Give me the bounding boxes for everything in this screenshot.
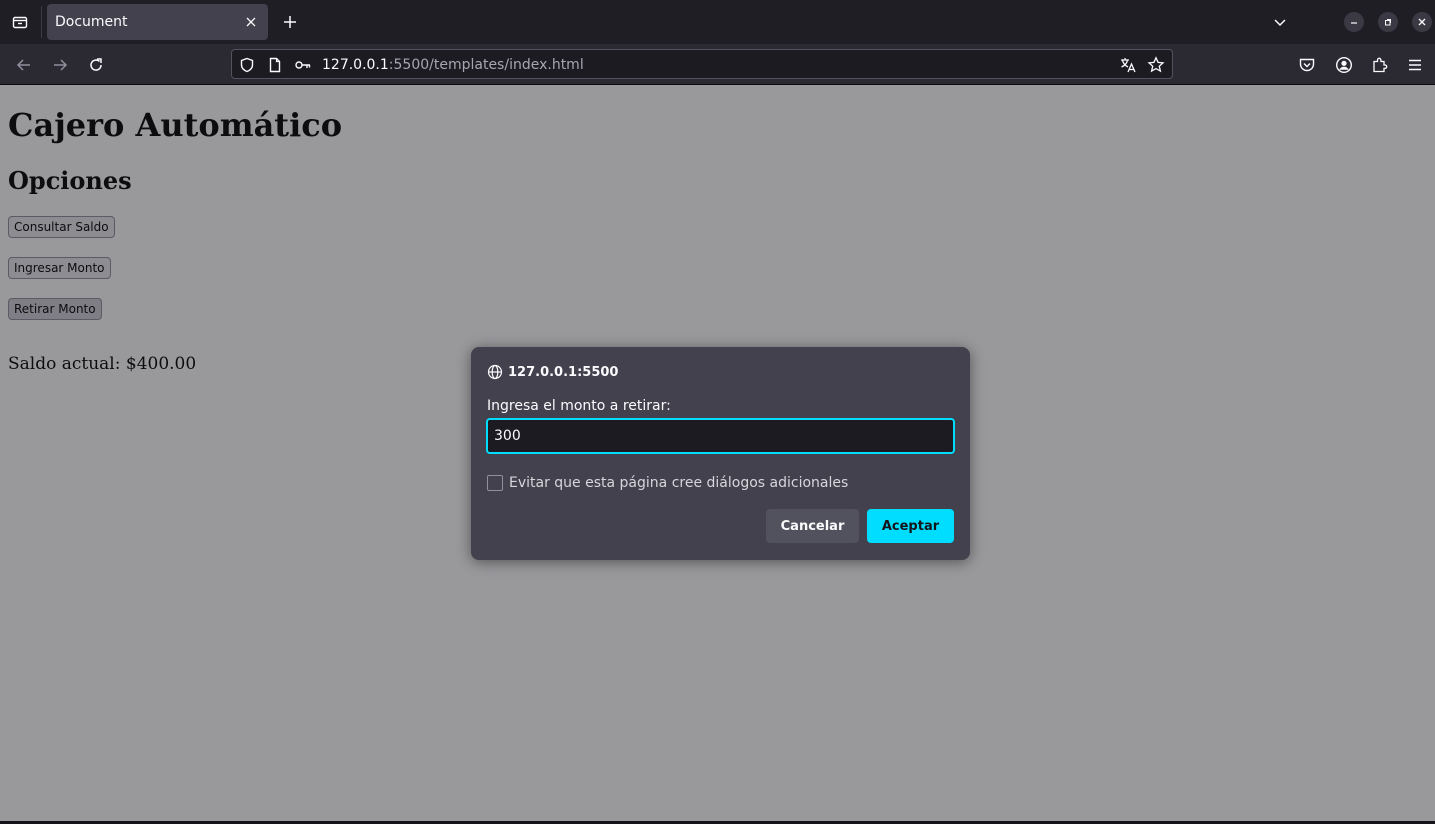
key-icon <box>295 61 311 69</box>
minimize-icon <box>1351 22 1357 24</box>
page-icon <box>269 57 281 73</box>
dialog-origin-text: 127.0.0.1:5500 <box>508 364 619 380</box>
tab-title: Document <box>55 14 128 30</box>
close-icon <box>1418 18 1426 26</box>
cancel-button[interactable]: Cancelar <box>766 509 859 543</box>
star-icon <box>1147 56 1165 73</box>
suppress-dialogs-label: Evitar que esta página cree diálogos adi… <box>509 475 849 491</box>
forward-button[interactable] <box>45 50 75 80</box>
account-icon <box>1335 56 1353 74</box>
list-all-tabs-button[interactable] <box>1266 8 1294 36</box>
dialog-message: Ingresa el monto a retirar: <box>487 398 671 414</box>
puzzle-icon <box>1373 57 1388 73</box>
tab-document[interactable]: Document <box>47 4 268 40</box>
forward-arrow-icon <box>54 59 68 71</box>
firefox-view-button[interactable] <box>6 8 34 36</box>
restore-button[interactable] <box>1378 12 1398 32</box>
pocket-button[interactable] <box>1295 53 1319 77</box>
bookmark-star-button[interactable] <box>1147 56 1165 74</box>
page-viewport: Cajero Automático Opciones Consultar Sal… <box>0 85 1435 821</box>
new-tab-button[interactable] <box>276 8 304 36</box>
pocket-icon <box>1299 58 1315 72</box>
tab-separator <box>41 6 42 38</box>
translate-button[interactable] <box>1119 56 1137 74</box>
back-arrow-icon <box>16 59 30 71</box>
url-host: 127.0.0.1 <box>322 57 389 73</box>
reload-button[interactable] <box>81 50 111 80</box>
prompt-dialog: 127.0.0.1:5500 Ingresa el monto a retira… <box>471 347 970 560</box>
translate-icon <box>1121 58 1136 73</box>
tab-strip: Document <box>0 0 1435 44</box>
accept-button[interactable]: Aceptar <box>867 509 954 543</box>
url-bar[interactable]: 127.0.0.1:5500/templates/index.html <box>231 49 1173 79</box>
back-button[interactable] <box>9 50 39 80</box>
url-text: 127.0.0.1:5500/templates/index.html <box>322 56 584 74</box>
plus-icon <box>284 16 296 28</box>
hamburger-menu-icon <box>1409 59 1421 71</box>
extensions-button[interactable] <box>1368 53 1392 77</box>
url-path: :5500/templates/index.html <box>388 57 584 73</box>
account-button[interactable] <box>1332 53 1356 77</box>
tracking-protection-button[interactable] <box>238 56 256 74</box>
amount-input[interactable] <box>486 418 955 454</box>
firefox-view-icon <box>12 16 28 29</box>
window-close-button[interactable] <box>1412 12 1432 32</box>
permissions-button[interactable] <box>294 56 312 74</box>
dialog-origin: 127.0.0.1:5500 <box>487 363 618 381</box>
app-menu-button[interactable] <box>1403 53 1427 77</box>
globe-icon <box>487 364 503 380</box>
minimize-button[interactable] <box>1344 12 1364 32</box>
reload-icon <box>90 58 102 71</box>
shield-icon <box>240 57 254 73</box>
restore-icon <box>1385 19 1391 26</box>
tab-close-button[interactable] <box>240 11 262 33</box>
site-info-button[interactable] <box>266 56 284 74</box>
suppress-dialogs-option[interactable]: Evitar que esta página cree diálogos adi… <box>487 474 848 492</box>
navigation-toolbar: 127.0.0.1:5500/templates/index.html <box>0 44 1435 85</box>
close-icon <box>246 17 256 27</box>
suppress-dialogs-checkbox[interactable] <box>487 475 503 491</box>
chevron-down-icon <box>1274 19 1286 27</box>
